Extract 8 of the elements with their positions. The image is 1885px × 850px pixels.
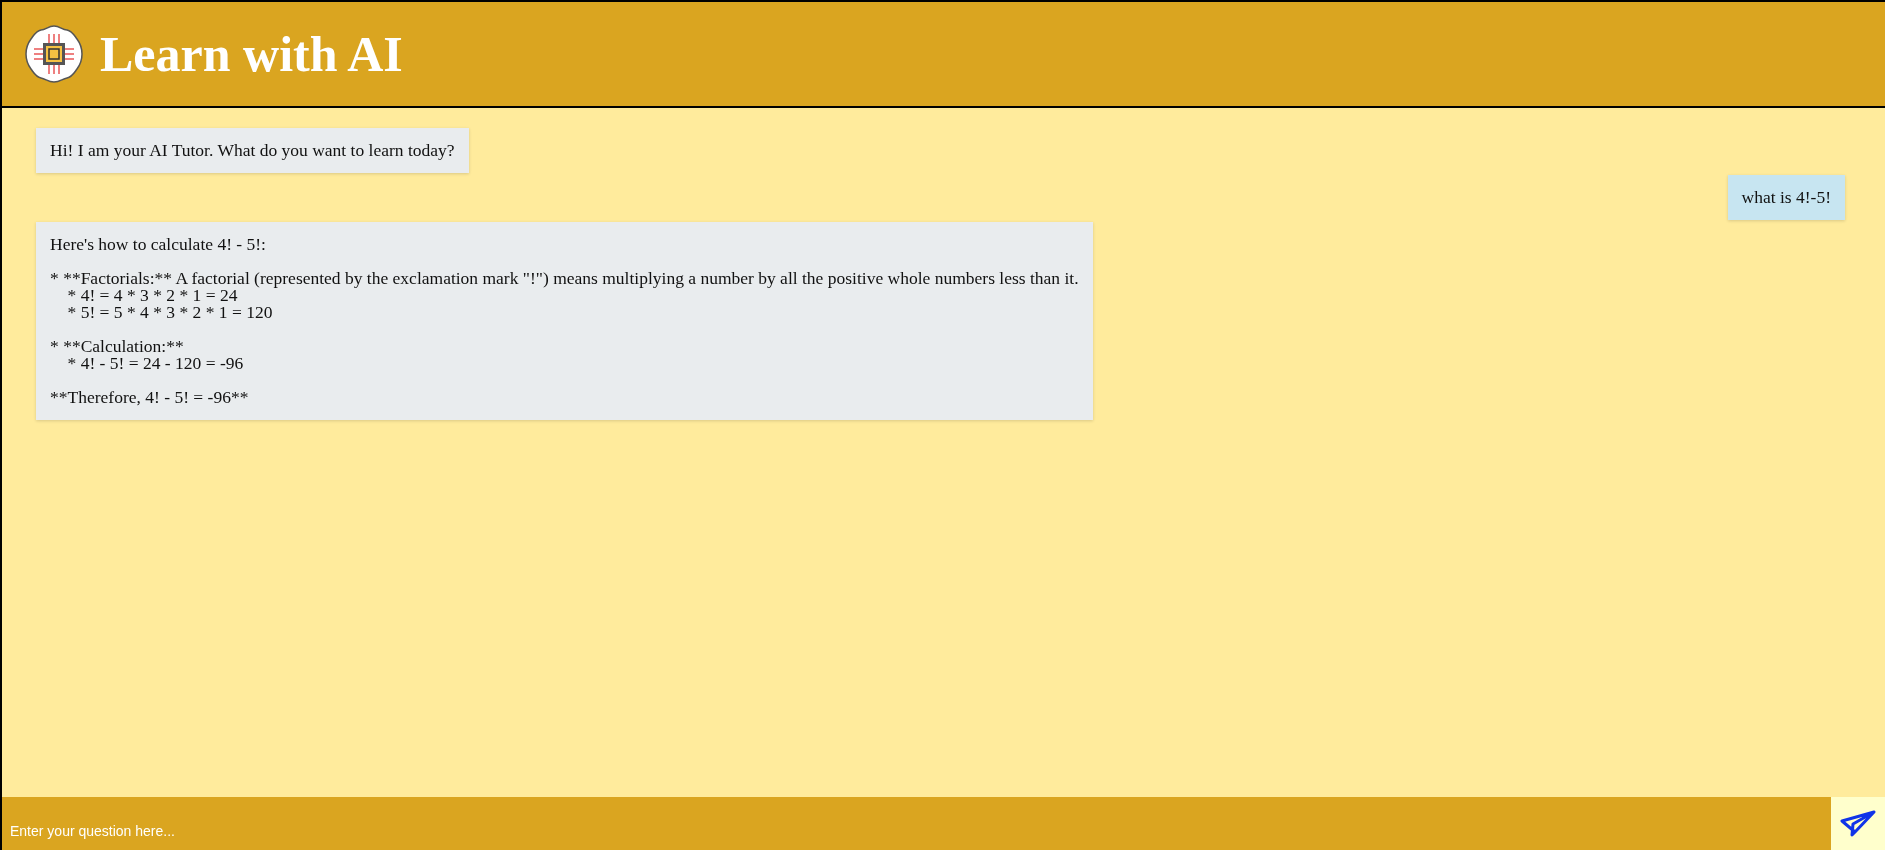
tutor-message: Here's how to calculate 4! - 5!: * **Factorials:** A factorial (represented by the exclamation mark "!") means multiplying a number by all the positive whole numbers less than it. * 4! = 4 * 3 * 2 * 1 = 24 * 5! = 5 * 4 * 3 * 2 * 1 = 120 * **Calculation:** * 4! - 5! = 24 - 120 = -96 **Therefore, 4! - 5! = -96** bbox=[36, 222, 1093, 420]
tutor-message: Hi! I am your AI Tutor. What do you want to learn today? bbox=[36, 128, 469, 173]
send-button[interactable] bbox=[1831, 797, 1885, 850]
user-message: what is 4!-5! bbox=[1727, 175, 1845, 220]
send-icon bbox=[1840, 809, 1876, 838]
app-title: Learn with AI bbox=[100, 25, 403, 83]
question-input[interactable]: Enter your question here... bbox=[2, 797, 1831, 850]
chip-logo-icon bbox=[22, 22, 86, 86]
